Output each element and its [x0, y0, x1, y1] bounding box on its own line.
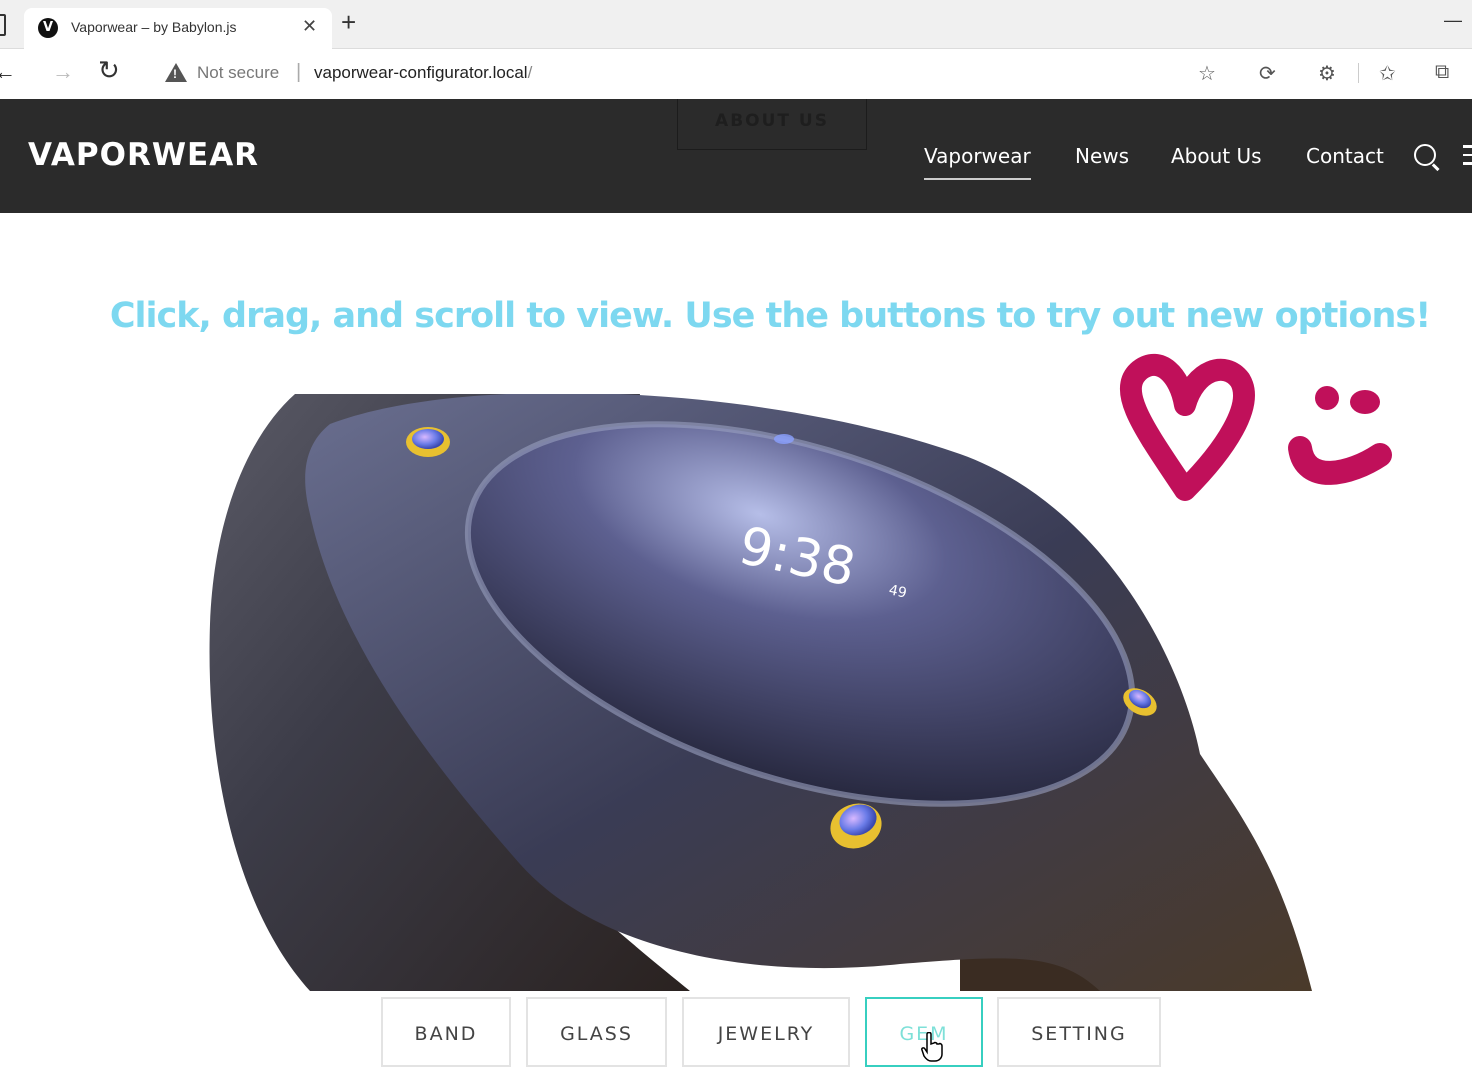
toolbar-divider	[1358, 63, 1359, 83]
new-tab-button[interactable]: +	[341, 9, 356, 35]
heart-icon	[1119, 354, 1255, 501]
search-icon[interactable]	[1414, 144, 1436, 166]
site-header: ABOUT US VAPORWEAR Vaporwear News About …	[0, 99, 1472, 213]
refresh-page-icon[interactable]: ⟳	[1259, 61, 1276, 86]
url-host: vaporwear-configurator.local	[314, 63, 528, 82]
nav-about-us[interactable]: About Us	[1171, 144, 1262, 168]
forward-arrow-icon[interactable]: →	[52, 59, 74, 85]
warning-icon[interactable]	[165, 63, 187, 82]
window-minimize-button[interactable]: —	[1444, 10, 1462, 31]
extensions-icon[interactable]: ⚙	[1318, 61, 1336, 86]
back-arrow-icon[interactable]: ←	[0, 59, 16, 85]
tab-close-icon[interactable]: ✕	[302, 16, 317, 37]
hand-cursor-icon	[921, 1032, 943, 1062]
gem-top-left	[406, 427, 450, 457]
instruction-text: Click, drag, and scroll to view. Use the…	[109, 296, 1431, 336]
option-setting-button[interactable]: SETTING	[997, 997, 1161, 1067]
about-us-ghost-button[interactable]: ABOUT US	[677, 99, 867, 150]
gem-far	[774, 434, 794, 444]
smile-eye-right	[1350, 390, 1380, 414]
nav-news[interactable]: News	[1075, 144, 1129, 168]
browser-toolbar: ← → ↻ Not secure | vaporwear-configurato…	[0, 49, 1472, 98]
url-path: /	[527, 63, 533, 82]
browser-tab[interactable]: V Vaporwear – by Babylon.js ✕	[24, 8, 332, 49]
browser-tabstrip: V Vaporwear – by Babylon.js ✕ + —	[0, 0, 1472, 49]
nav-contact[interactable]: Contact	[1306, 144, 1384, 168]
add-favorite-icon[interactable]: ☆	[1198, 61, 1216, 86]
address-separator: |	[296, 61, 302, 83]
security-status[interactable]: Not secure	[197, 63, 279, 83]
heart-smile-doodle	[1119, 354, 1392, 501]
option-glass-button[interactable]: GLASS	[526, 997, 667, 1067]
reload-icon[interactable]: ↻	[98, 55, 120, 86]
option-band-button[interactable]: BAND	[381, 997, 511, 1067]
smile-mouth	[1288, 436, 1392, 485]
hamburger-menu-icon[interactable]	[1463, 145, 1472, 171]
smile-eye-left	[1315, 386, 1339, 410]
address-url[interactable]: vaporwear-configurator.local/	[314, 63, 532, 83]
nav-vaporwear[interactable]: Vaporwear	[924, 144, 1031, 180]
option-jewelry-button[interactable]: JEWELRY	[682, 997, 850, 1067]
tab-actions-icon[interactable]	[0, 14, 6, 36]
collections-icon[interactable]: ⧉	[1435, 61, 1449, 84]
favorites-icon[interactable]: ✩	[1379, 61, 1396, 86]
site-logo[interactable]: VAPORWEAR	[28, 137, 259, 173]
tab-title: Vaporwear – by Babylon.js	[71, 19, 237, 35]
site-favicon-icon: V	[38, 18, 58, 38]
